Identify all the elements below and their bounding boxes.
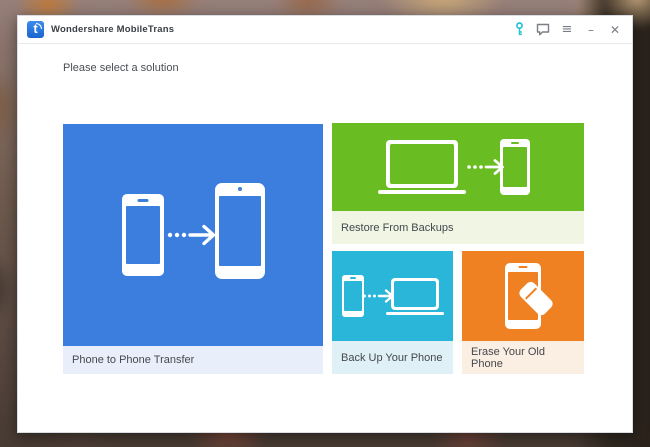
menu-icon-glyph: ≡ (562, 23, 573, 37)
chat-icon[interactable] (536, 23, 550, 37)
tile-label: Back Up Your Phone (332, 341, 453, 374)
phone-screen (344, 281, 362, 311)
transfer-arrow-icon (166, 223, 224, 247)
tile-restore-from-backups[interactable]: Restore From Backups (332, 123, 584, 244)
tile-erase-your-old-phone[interactable]: Erase Your Old Phone (462, 251, 584, 374)
phone-speaker (519, 266, 528, 268)
titlebar-icons: ≡ – ✕ (512, 23, 622, 37)
small-phone-icon (122, 194, 164, 276)
phone-speaker (137, 199, 148, 202)
phone-screen (126, 206, 160, 264)
laptop-icon (386, 140, 466, 194)
erase-illustration (462, 251, 584, 341)
minimize-icon[interactable]: – (584, 23, 598, 37)
laptop-display (390, 144, 454, 184)
restore-illustration (332, 123, 584, 211)
backup-arrow-icon (362, 288, 398, 304)
laptop-base (386, 312, 444, 315)
titlebar: t Wondershare MobileTrans ≡ – (18, 16, 632, 44)
page-title: Please select a solution (63, 62, 179, 74)
restore-arrow-icon (466, 158, 510, 176)
phone-to-phone-illustration (63, 124, 323, 346)
app-logo-icon: t (27, 21, 44, 38)
backup-illustration (332, 251, 453, 341)
laptop-screen (386, 140, 458, 188)
close-icon[interactable]: ✕ (608, 23, 622, 37)
laptop-icon (391, 278, 444, 315)
tile-back-up-your-phone[interactable]: Back Up Your Phone (332, 251, 453, 374)
laptop-display (394, 281, 436, 307)
phone-speaker (350, 277, 356, 279)
close-icon-glyph: ✕ (610, 23, 620, 37)
tile-phone-to-phone-transfer[interactable]: Phone to Phone Transfer (63, 124, 323, 374)
menu-icon[interactable]: ≡ (560, 23, 574, 37)
phone-camera (238, 187, 242, 191)
laptop-base (378, 190, 466, 194)
app-title: Wondershare MobileTrans (51, 24, 174, 35)
tile-label: Restore From Backups (332, 211, 584, 244)
tile-label: Erase Your Old Phone (462, 341, 584, 374)
key-icon[interactable] (512, 23, 526, 37)
minimize-icon-glyph: – (588, 23, 594, 37)
phone-screen (219, 196, 261, 266)
phone-icon (342, 275, 364, 317)
laptop-screen (391, 278, 439, 310)
tile-label: Phone to Phone Transfer (63, 346, 323, 374)
app-window: t Wondershare MobileTrans ≡ – (17, 15, 633, 433)
phone-icon (505, 263, 541, 329)
phone-speaker (511, 142, 519, 144)
